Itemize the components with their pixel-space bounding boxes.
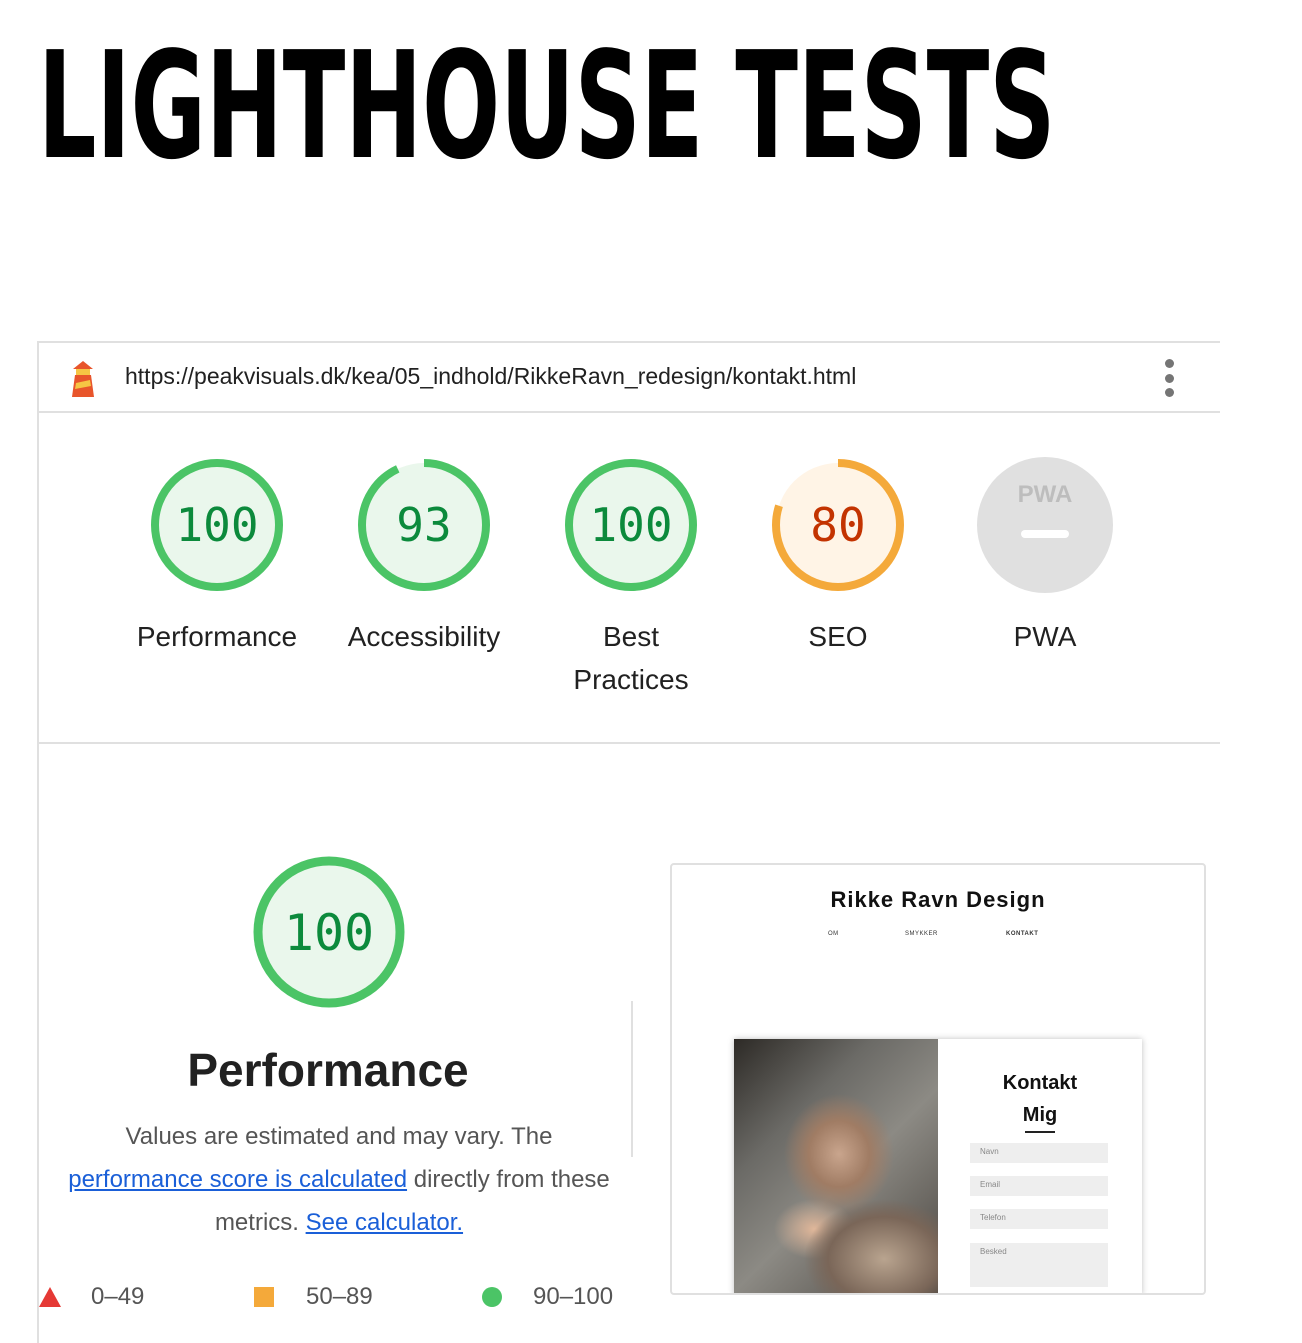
message-field: Besked <box>970 1243 1108 1287</box>
square-icon <box>254 1287 274 1307</box>
pwa-badge-icon: PWA <box>977 457 1113 593</box>
svg-text:93: 93 <box>396 498 451 552</box>
contact-form: Kontakt Mig Navn Email Telefon Besked <box>938 1039 1142 1293</box>
circle-icon <box>482 1287 502 1307</box>
name-field: Navn <box>970 1143 1108 1163</box>
gauge-label: Performance <box>136 621 298 652</box>
gauge-label: Accessibility <box>347 621 501 652</box>
gauge-seo[interactable]: 80 SEO <box>738 455 938 658</box>
page-screenshot: Rikke Ravn Design OM SMYKKER KONTAKT Kon… <box>670 863 1206 1295</box>
score-gauges: 100 Performance 93 Accessibility 100 Bes… <box>39 411 1220 744</box>
gauge-label: SEO <box>808 621 868 652</box>
see-calculator-link[interactable]: See calculator. <box>306 1209 463 1236</box>
svg-text:100: 100 <box>284 904 374 962</box>
portrait-photo <box>734 1039 938 1293</box>
score-legend: 0–49 50–89 90–100 <box>39 1279 639 1319</box>
page-heading: LIGHTHOUSE TESTS <box>38 20 1056 192</box>
phone-field: Telefon <box>970 1209 1108 1229</box>
report-url[interactable]: https://peakvisuals.dk/kea/05_indhold/Ri… <box>125 363 856 390</box>
legend-item-fail: 0–49 <box>39 1279 144 1315</box>
triangle-icon <box>39 1287 61 1307</box>
svg-text:PWA: PWA <box>1018 481 1073 508</box>
performance-title: Performance <box>187 1044 469 1096</box>
gauge-performance[interactable]: 100 Performance <box>117 455 317 658</box>
lighthouse-report: https://peakvisuals.dk/kea/05_indhold/Ri… <box>37 341 1220 1343</box>
gauge-label: Best Practices <box>573 621 689 695</box>
contact-card: Kontakt Mig Navn Email Telefon Besked <box>734 1039 1142 1293</box>
svg-text:100: 100 <box>175 498 258 552</box>
gauge-ring: 100 <box>565 459 697 591</box>
svg-text:100: 100 <box>589 498 672 552</box>
gauge-ring: 93 <box>358 459 490 591</box>
email-field: Email <box>970 1176 1108 1196</box>
lighthouse-icon <box>72 361 94 397</box>
performance-description: Values are estimated and may vary. The p… <box>68 1123 610 1236</box>
gauge-label: PWA <box>1013 621 1077 652</box>
nav-item: OM <box>828 931 839 937</box>
divider <box>631 1001 633 1157</box>
gauge-ring: 80 <box>772 459 904 591</box>
gauge-pwa[interactable]: PWA PWA <box>945 455 1145 658</box>
title-underline <box>1025 1131 1055 1133</box>
score-calculated-link[interactable]: performance score is calculated <box>68 1166 407 1193</box>
nav-item: SMYKKER <box>905 931 938 937</box>
gauge-ring: 100 <box>151 459 283 591</box>
gauge-accessibility[interactable]: 93 Accessibility <box>324 455 524 658</box>
nav-item: KONTAKT <box>1006 931 1039 937</box>
legend-item-pass: 90–100 <box>482 1279 613 1315</box>
report-topbar: https://peakvisuals.dk/kea/05_indhold/Ri… <box>39 343 1220 413</box>
site-title: Rikke Ravn Design <box>830 887 1046 912</box>
kebab-menu-icon[interactable] <box>1161 359 1177 397</box>
legend-item-average: 50–89 <box>254 1279 373 1315</box>
gauge-best-practices[interactable]: 100 Best Practices <box>531 455 731 701</box>
svg-text:80: 80 <box>810 498 865 552</box>
performance-gauge: 100 <box>253 856 405 1008</box>
form-title: Kontakt Mig <box>1002 1072 1078 1126</box>
